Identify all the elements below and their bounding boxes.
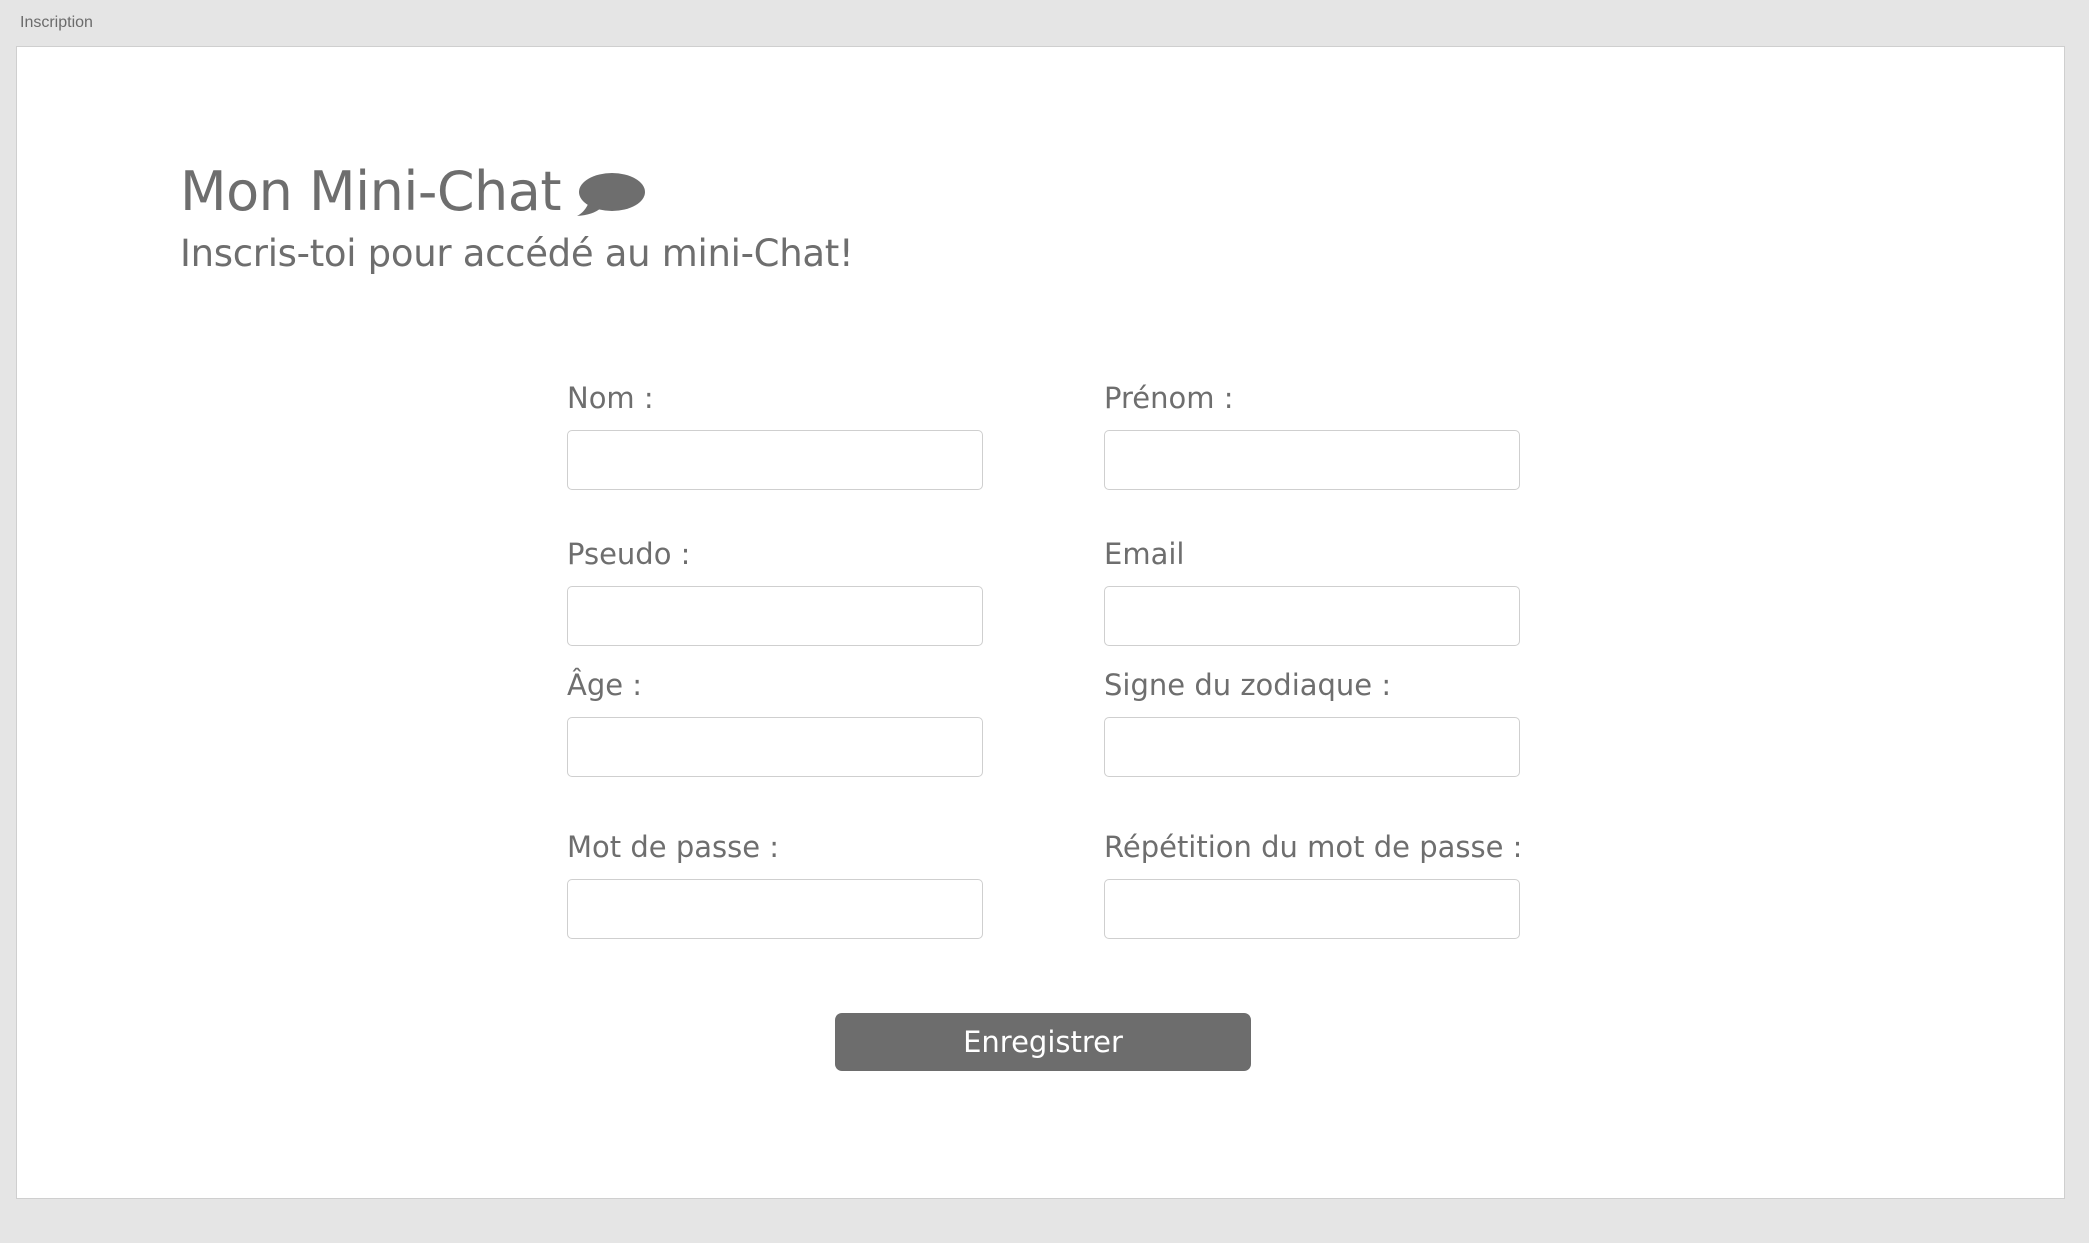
page-title: Mon Mini-Chat [180,160,562,223]
field-pseudo: Pseudo : [567,536,983,646]
register-button[interactable]: Enregistrer [835,1013,1251,1071]
prenom-input[interactable] [1104,430,1520,490]
field-age: Âge : [567,667,983,777]
password-repeat-input[interactable] [1104,879,1520,939]
nom-label: Nom : [567,381,654,415]
email-input[interactable] [1104,586,1520,646]
window-title: Inscription [20,14,93,31]
zodiaque-input[interactable] [1104,717,1520,777]
field-zodiaque: Signe du zodiaque : [1104,667,1520,777]
field-nom: Nom : [567,380,983,490]
password-input[interactable] [567,879,983,939]
zodiaque-label: Signe du zodiaque : [1104,668,1392,702]
speech-bubble-icon [577,173,646,216]
title-row: Mon Mini-Chat [180,159,853,225]
email-label: Email [1104,537,1185,571]
pseudo-input[interactable] [567,586,983,646]
artboard: Mon Mini-Chat Inscris-toi pour accédé au… [16,46,2065,1199]
nom-input[interactable] [567,430,983,490]
field-password: Mot de passe : [567,829,983,939]
password-repeat-label: Répétition du mot de passe : [1104,830,1523,864]
field-prenom: Prénom : [1104,380,1520,490]
password-label: Mot de passe : [567,830,780,864]
page-subtitle: Inscris-toi pour accédé au mini-Chat! [180,232,854,275]
page-header: Mon Mini-Chat Inscris-toi pour accédé au… [180,159,854,277]
field-email: Email [1104,536,1520,646]
age-input[interactable] [567,717,983,777]
prenom-label: Prénom : [1104,381,1234,415]
age-label: Âge : [567,668,643,702]
pseudo-label: Pseudo : [567,537,691,571]
field-password-repeat: Répétition du mot de passe : [1104,829,1523,939]
